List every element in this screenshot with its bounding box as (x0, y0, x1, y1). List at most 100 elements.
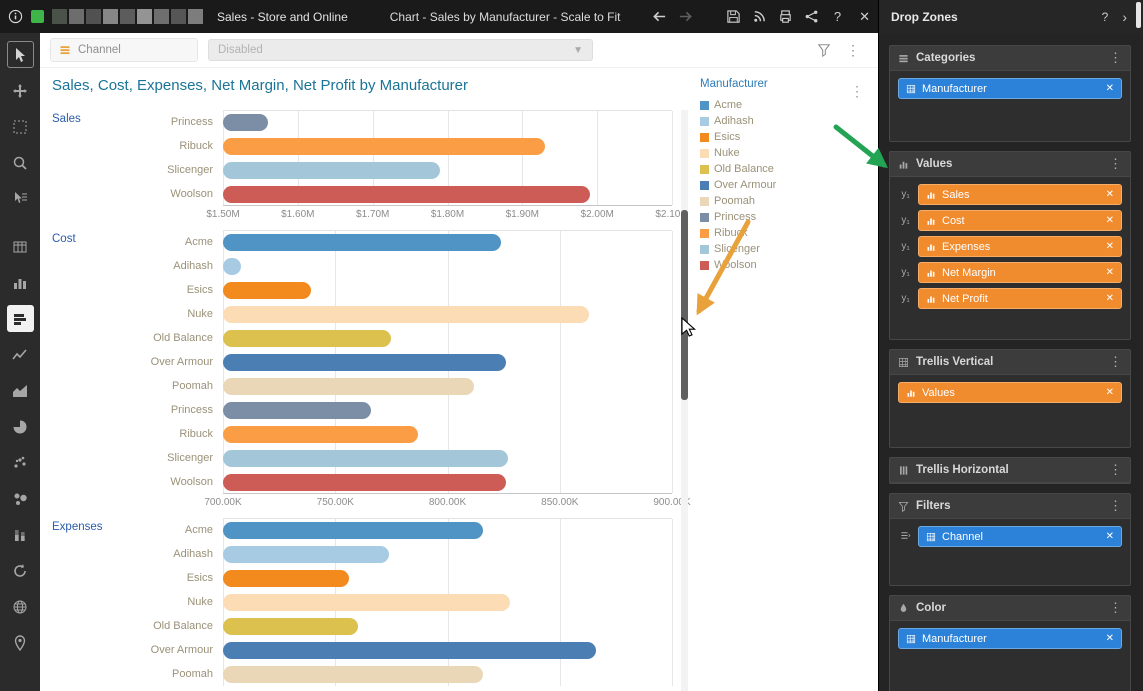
legend-item[interactable]: Princess (700, 209, 850, 225)
kebab-menu-icon[interactable]: ⋮ (1109, 156, 1122, 172)
chip-net-profit[interactable]: Net Profit✕ (918, 288, 1122, 309)
kebab-menu-icon[interactable]: ⋮ (1109, 498, 1122, 514)
pie-chart-icon[interactable] (7, 413, 34, 440)
bar[interactable] (223, 642, 596, 659)
bar[interactable] (223, 402, 371, 419)
legend: Manufacturer AcmeAdihashEsicsNukeOld Bal… (700, 78, 850, 273)
bar[interactable] (223, 258, 241, 275)
chevron-right-icon[interactable]: › (1122, 9, 1127, 25)
info-icon[interactable] (8, 9, 23, 24)
chip-expenses[interactable]: Expenses✕ (918, 236, 1122, 257)
legend-item[interactable]: Slicenger (700, 241, 850, 257)
measure-label: Sales (52, 113, 110, 125)
move-icon[interactable] (7, 77, 34, 104)
remove-icon[interactable]: ✕ (1106, 267, 1114, 278)
bar[interactable] (223, 450, 508, 467)
chip-manufacturer[interactable]: Manufacturer✕ (898, 78, 1122, 99)
filter-funnel-icon[interactable] (817, 43, 831, 57)
legend-item[interactable]: Woolson (700, 257, 850, 273)
remove-icon[interactable]: ✕ (1106, 189, 1114, 200)
back-icon[interactable] (652, 9, 667, 24)
table-icon[interactable] (7, 233, 34, 260)
kebab-menu-icon[interactable]: ⋮ (1109, 600, 1122, 616)
chip-label: Sales (942, 189, 970, 201)
save-icon[interactable] (726, 9, 741, 24)
bar[interactable] (223, 330, 391, 347)
kebab-menu-icon[interactable]: ⋮ (1109, 354, 1122, 370)
dropzone-body: Manufacturer✕ (890, 71, 1130, 141)
remove-icon[interactable]: ✕ (1106, 531, 1114, 542)
bar[interactable] (223, 474, 506, 491)
plot-rows: AcmeAdihashEsicsNukeOld BalanceOver Armo… (40, 230, 690, 494)
bar[interactable] (223, 594, 510, 611)
chip-channel[interactable]: Channel✕ (918, 526, 1122, 547)
chip-manufacturer[interactable]: Manufacturer✕ (898, 628, 1122, 649)
bar[interactable] (223, 306, 589, 323)
bar-chart-icon[interactable] (7, 305, 34, 332)
legend-item[interactable]: Nuke (700, 145, 850, 161)
select-menu-icon[interactable] (7, 185, 34, 212)
legend-item[interactable]: Over Armour (700, 177, 850, 193)
broadcast-icon[interactable] (752, 9, 767, 24)
close-button[interactable]: ✕ (859, 9, 870, 25)
bar[interactable] (223, 138, 545, 155)
theme-swatch (137, 9, 152, 24)
zoom-icon[interactable] (7, 149, 34, 176)
remove-icon[interactable]: ✕ (1106, 293, 1114, 304)
panel-scrollbar-thumb[interactable] (1136, 2, 1141, 28)
channel-filter-chip[interactable]: Channel (50, 38, 198, 62)
bar[interactable] (223, 618, 358, 635)
print-icon[interactable] (778, 9, 793, 24)
remove-icon[interactable]: ✕ (1106, 241, 1114, 252)
bar[interactable] (223, 426, 418, 443)
bar-row: Old Balance (40, 614, 690, 638)
filter-bar-menu-icon[interactable]: ⋮ (846, 42, 860, 59)
remove-icon[interactable]: ✕ (1106, 633, 1114, 644)
bar[interactable] (223, 282, 311, 299)
bar[interactable] (223, 378, 474, 395)
rotate-icon[interactable] (7, 557, 34, 584)
legend-item[interactable]: Acme (700, 97, 850, 113)
legend-label: Slicenger (714, 243, 760, 255)
legend-item[interactable]: Esics (700, 129, 850, 145)
kebab-menu-icon[interactable]: ⋮ (1109, 462, 1122, 478)
remove-icon[interactable]: ✕ (1106, 83, 1114, 94)
bar-track (223, 594, 672, 611)
chart-menu-icon[interactable]: ⋮ (850, 83, 864, 100)
bar[interactable] (223, 234, 501, 251)
column-chart-icon[interactable] (7, 269, 34, 296)
bar[interactable] (223, 162, 440, 179)
stacked-chart-icon[interactable] (7, 521, 34, 548)
share-icon[interactable] (804, 9, 819, 24)
legend-item[interactable]: Poomah (700, 193, 850, 209)
chip-net-margin[interactable]: Net Margin✕ (918, 262, 1122, 283)
legend-item[interactable]: Old Balance (700, 161, 850, 177)
pointer-icon[interactable] (7, 41, 34, 68)
bar-row: Nuke (40, 302, 690, 326)
bar[interactable] (223, 186, 590, 203)
bars-icon (926, 216, 936, 226)
bar[interactable] (223, 546, 389, 563)
marquee-icon[interactable] (7, 113, 34, 140)
bar[interactable] (223, 666, 483, 683)
chip-values[interactable]: Values✕ (898, 382, 1122, 403)
legend-item[interactable]: Ribuck (700, 225, 850, 241)
legend-item[interactable]: Adihash (700, 113, 850, 129)
bar[interactable] (223, 354, 506, 371)
remove-icon[interactable]: ✕ (1106, 215, 1114, 226)
scatter-chart-icon[interactable] (7, 449, 34, 476)
kebab-menu-icon[interactable]: ⋮ (1109, 50, 1122, 66)
line-chart-icon[interactable] (7, 341, 34, 368)
remove-icon[interactable]: ✕ (1106, 387, 1114, 398)
chip-cost[interactable]: Cost✕ (918, 210, 1122, 231)
bar[interactable] (223, 114, 268, 131)
chip-sales[interactable]: Sales ✕ (918, 184, 1122, 205)
area-chart-icon[interactable] (7, 377, 34, 404)
map-icon[interactable] (7, 629, 34, 656)
bar[interactable] (223, 522, 483, 539)
globe-icon[interactable] (7, 593, 34, 620)
bar[interactable] (223, 570, 349, 587)
help-button[interactable]: ? (834, 9, 841, 24)
drop-zones-help-button[interactable]: ? (1102, 10, 1109, 24)
bubble-chart-icon[interactable] (7, 485, 34, 512)
